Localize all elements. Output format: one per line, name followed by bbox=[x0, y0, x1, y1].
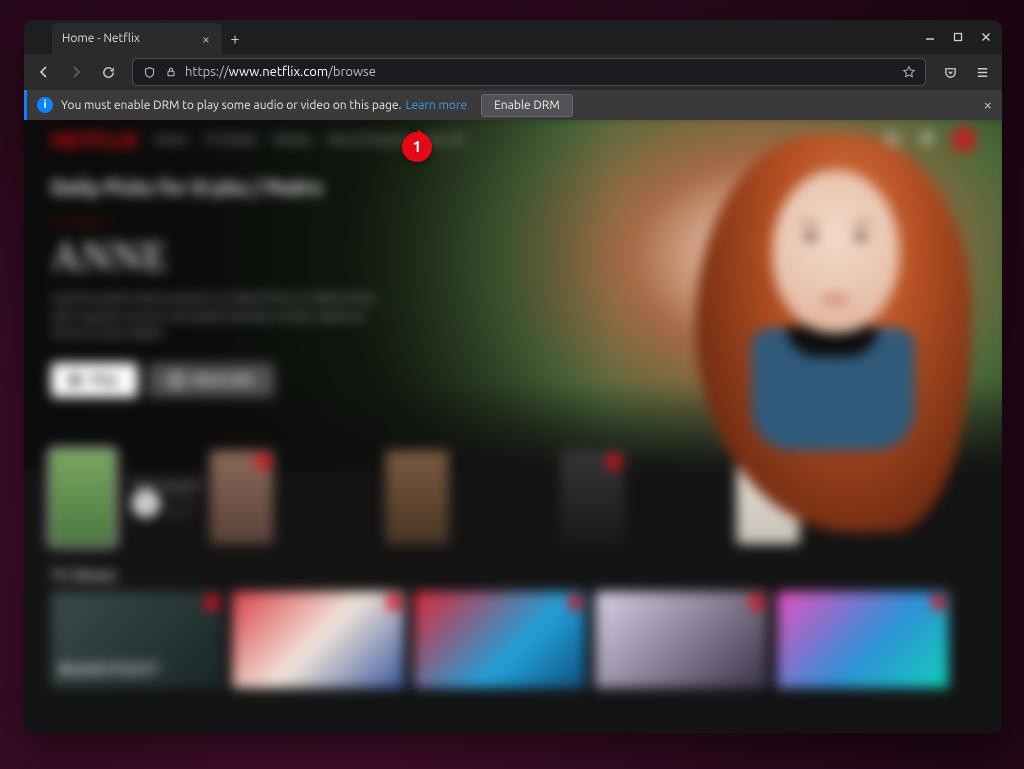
new-tab-button[interactable]: + bbox=[222, 23, 248, 54]
netflix-badge-icon bbox=[932, 595, 944, 609]
thumbnail-card[interactable] bbox=[777, 591, 948, 688]
reload-button[interactable] bbox=[94, 58, 122, 86]
thumbnail-card[interactable] bbox=[596, 591, 767, 688]
hero-text: Daily Picks for Eryka / Pedro N SERIES A… bbox=[51, 175, 573, 397]
netflix-badge-icon bbox=[751, 595, 763, 609]
forward-button bbox=[62, 58, 90, 86]
url-scheme: https:// bbox=[185, 65, 229, 79]
url-bar[interactable]: https://www.netflix.com/browse bbox=[132, 58, 926, 86]
nav-tv-shows[interactable]: TV Shows bbox=[204, 133, 257, 146]
save-to-pocket-icon[interactable] bbox=[936, 58, 964, 86]
drm-notification-bar: i You must enable DRM to play some audio… bbox=[24, 90, 1002, 120]
row-title: TV Shows bbox=[51, 567, 975, 583]
app-menu-icon[interactable] bbox=[968, 58, 996, 86]
play-icon bbox=[71, 373, 82, 387]
toolbar: https://www.netflix.com/browse bbox=[24, 54, 1002, 90]
tab-close-icon[interactable]: × bbox=[198, 31, 214, 47]
thumbnail-card[interactable] bbox=[210, 450, 273, 544]
cw-label: Play from start bbox=[133, 479, 201, 490]
netflix-badge-icon bbox=[257, 455, 269, 469]
url-path: /browse bbox=[328, 65, 376, 79]
netflix-badge-icon bbox=[388, 595, 400, 609]
hero-description: A plucky orphan whose passions run deep … bbox=[51, 290, 388, 344]
hero-title-logo: ANNE bbox=[51, 232, 573, 280]
hero-subtitle: Daily Picks for Eryka / Pedro bbox=[51, 175, 573, 198]
thumbnail-card[interactable] bbox=[51, 450, 114, 544]
search-icon[interactable] bbox=[883, 130, 901, 148]
more-info-button[interactable]: iMore Info bbox=[148, 363, 274, 398]
url-host: www.netflix.com bbox=[229, 65, 328, 79]
window-minimize-button[interactable] bbox=[916, 20, 944, 54]
play-button[interactable]: Play bbox=[51, 363, 138, 398]
back-button[interactable] bbox=[30, 58, 58, 86]
window-maximize-button[interactable] bbox=[944, 20, 972, 54]
nav-movies[interactable]: Movies bbox=[273, 133, 312, 146]
bookmark-star-icon[interactable] bbox=[901, 64, 917, 80]
cw-play-button[interactable] bbox=[133, 490, 160, 517]
thumbnail-card[interactable] bbox=[414, 591, 585, 688]
netflix-badge-icon bbox=[569, 595, 581, 609]
play-icon bbox=[143, 498, 151, 508]
tab-title: Home - Netflix bbox=[62, 32, 198, 45]
url-text: https://www.netflix.com/browse bbox=[185, 65, 895, 79]
drm-notification-text: You must enable DRM to play some audio o… bbox=[61, 99, 401, 112]
netflix-top-nav: NETFLIX Home TV Shows Movies New & Popul… bbox=[51, 124, 975, 155]
window-controls bbox=[916, 20, 1000, 54]
row-tv-shows: TV Shows MANIFEST bbox=[51, 567, 975, 688]
page-content: NETFLIX Home TV Shows Movies New & Popul… bbox=[24, 120, 1002, 733]
info-icon: i bbox=[37, 97, 53, 113]
window-close-button[interactable] bbox=[972, 20, 1000, 54]
thumbnail-card[interactable] bbox=[561, 450, 624, 544]
thumbnail-card[interactable]: MANIFEST bbox=[51, 591, 222, 688]
annotation-marker-1: 1 bbox=[402, 132, 432, 162]
tab-active[interactable]: Home - Netflix × bbox=[52, 23, 222, 54]
browser-window: Home - Netflix × + https://www.netflix.c… bbox=[24, 20, 1002, 733]
nav-new-popular[interactable]: New & Popular bbox=[328, 133, 409, 146]
hero-artwork-body bbox=[752, 328, 915, 450]
card-title-overlay: MANIFEST bbox=[59, 661, 161, 678]
nav-home[interactable]: Home bbox=[155, 133, 188, 146]
thumbnail-card[interactable] bbox=[233, 591, 404, 688]
enable-drm-button[interactable]: Enable DRM bbox=[481, 94, 573, 117]
info-icon: i bbox=[168, 372, 184, 388]
hero-banner: NETFLIX Home TV Shows Movies New & Popul… bbox=[24, 120, 1002, 471]
profile-avatar[interactable] bbox=[953, 128, 975, 150]
shield-icon[interactable] bbox=[141, 64, 157, 80]
netflix-badge-icon bbox=[206, 595, 218, 609]
hero-tag: N SERIES bbox=[51, 217, 573, 228]
notification-close-icon[interactable]: × bbox=[984, 96, 992, 113]
netflix-badge-icon bbox=[608, 455, 620, 469]
bell-icon[interactable] bbox=[918, 130, 936, 148]
hero-artwork-face bbox=[772, 170, 900, 333]
continue-watching-controls: Play from start i bbox=[133, 450, 201, 544]
cw-info-button[interactable]: i bbox=[165, 490, 192, 517]
thumbnail-card[interactable] bbox=[386, 450, 449, 544]
lock-icon[interactable] bbox=[163, 64, 179, 80]
netflix-logo[interactable]: NETFLIX bbox=[51, 128, 138, 151]
titlebar: Home - Netflix × + bbox=[24, 20, 1002, 54]
learn-more-link[interactable]: Learn more bbox=[405, 99, 467, 112]
